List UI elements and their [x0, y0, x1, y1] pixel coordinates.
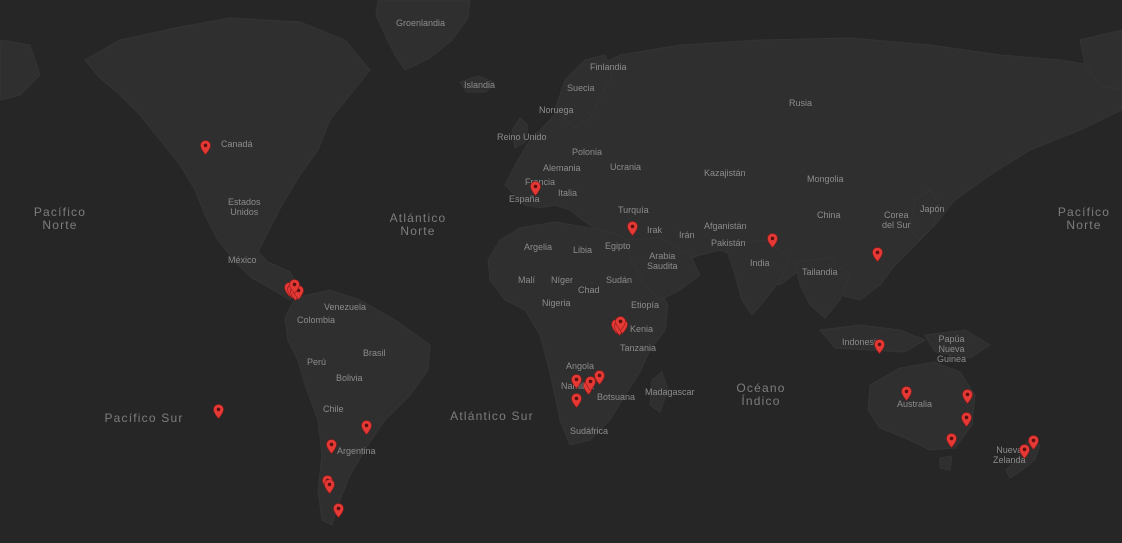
country-label-bolivia: Bolivia — [336, 373, 363, 383]
country-label-nigeria: Nigeria — [542, 298, 571, 308]
country-label-irak: Irak — [647, 225, 663, 235]
location-marker-icon[interactable] — [323, 479, 335, 494]
country-label-ucrania: Ucrania — [610, 162, 642, 172]
location-marker-icon[interactable] — [325, 439, 337, 454]
country-label-chile: Chile — [323, 404, 344, 414]
country-label-kazajistan: Kazajistán — [704, 168, 746, 178]
location-marker-icon[interactable] — [570, 393, 582, 408]
country-label-pakistan: Pakistán — [711, 238, 746, 248]
country-label-sudan: Sudán — [606, 275, 633, 285]
country-label-botsuana: Botsuana — [597, 392, 636, 402]
location-marker-icon[interactable] — [871, 247, 883, 262]
country-label-noruega: Noruega — [539, 105, 574, 115]
landmasses — [0, 0, 1122, 526]
location-marker-icon[interactable] — [614, 316, 626, 331]
country-label-mexico: México — [228, 255, 257, 265]
country-label-tailandia: Tailandia — [802, 267, 838, 277]
country-label-islandia: Islandia — [464, 80, 496, 90]
ocean-label-pacific-north-right: Pacífico Norte — [1057, 205, 1111, 232]
location-marker-icon[interactable] — [960, 412, 972, 427]
location-marker-icon[interactable] — [945, 433, 957, 448]
country-label-colombia: Colombia — [297, 315, 336, 325]
country-label-mongolia: Mongolia — [807, 174, 844, 184]
country-label-venezuela: Venezuela — [324, 302, 367, 312]
ocean-label-indian: Océano Índico — [736, 381, 786, 408]
country-label-peru: Perú — [307, 357, 327, 367]
country-label-niger: Níger — [551, 275, 574, 285]
country-label-reino-unido: Reino Unido — [497, 132, 547, 142]
location-marker-icon[interactable] — [199, 140, 211, 155]
country-label-papua-nueva-guinea: Papúa Nueva Guinea — [937, 334, 967, 364]
country-label-india: India — [750, 258, 770, 268]
country-label-brasil: Brasil — [363, 348, 386, 358]
country-label-groenlandia: Groenlandia — [396, 18, 446, 28]
location-marker-icon[interactable] — [288, 279, 300, 294]
country-label-corea-del-sur: Corea del Sur — [882, 210, 911, 230]
country-label-suecia: Suecia — [567, 83, 595, 93]
land-far-left — [0, 39, 41, 101]
country-label-china: China — [817, 210, 841, 220]
country-label-afganistan: Afganistán — [704, 221, 747, 231]
location-marker-icon[interactable] — [584, 376, 596, 391]
land-greenland — [375, 0, 471, 71]
location-marker-icon[interactable] — [626, 221, 638, 236]
location-marker-icon[interactable] — [900, 386, 912, 401]
country-label-tanzania: Tanzania — [620, 343, 657, 353]
location-marker-icon[interactable] — [212, 404, 224, 419]
country-label-egipto: Egipto — [605, 241, 631, 251]
location-marker-icon[interactable] — [570, 374, 582, 389]
country-label-canada: Canadá — [221, 139, 253, 149]
location-marker-icon[interactable] — [873, 339, 885, 354]
location-marker-icon[interactable] — [766, 233, 778, 248]
land-tasmania — [939, 455, 953, 471]
location-marker-icon[interactable] — [360, 420, 372, 435]
location-marker-icon[interactable] — [529, 181, 541, 196]
country-label-arabia-saudita: Arabia Saudita — [647, 251, 678, 271]
country-label-argentina: Argentina — [337, 446, 376, 456]
country-label-turquia: Turquía — [618, 205, 649, 215]
world-map[interactable]: Pacífico Norte Atlántico Norte Pacífico Nor… — [0, 0, 1122, 543]
country-label-finlandia: Finlandia — [590, 62, 627, 72]
country-label-angola: Angola — [566, 361, 595, 371]
country-label-kenia: Kenia — [630, 324, 654, 334]
country-label-japon: Japón — [920, 204, 945, 214]
country-label-polonia: Polonia — [572, 147, 603, 157]
country-label-estados-unidos: Estados Unidos — [228, 197, 261, 217]
country-label-italia: Italia — [558, 188, 578, 198]
country-label-iran: Irán — [679, 230, 695, 240]
country-label-chad: Chad — [578, 285, 600, 295]
ocean-label-pacific-south: Pacífico Sur — [104, 411, 184, 425]
country-label-rusia: Rusia — [789, 98, 813, 108]
country-label-sudafrica: Sudáfrica — [570, 426, 609, 436]
ocean-label-atlantic-north: Atlántico Norte — [389, 211, 447, 238]
land-south-america — [284, 289, 431, 526]
country-label-alemania: Alemania — [543, 163, 581, 173]
location-marker-icon[interactable] — [961, 389, 973, 404]
country-label-argelia: Argelia — [524, 242, 553, 252]
country-label-mali: Malí — [518, 275, 536, 285]
ocean-label-pacific-north-left: Pacífico Norte — [33, 205, 87, 232]
country-label-etiopia: Etiopía — [631, 300, 660, 310]
land-india — [724, 239, 791, 316]
location-marker-icon[interactable] — [332, 503, 344, 518]
country-label-libia: Libia — [573, 245, 593, 255]
country-label-madagascar: Madagascar — [645, 387, 695, 397]
ocean-label-atlantic-south: Atlántico Sur — [450, 409, 534, 423]
location-marker-icon[interactable] — [1018, 444, 1030, 459]
